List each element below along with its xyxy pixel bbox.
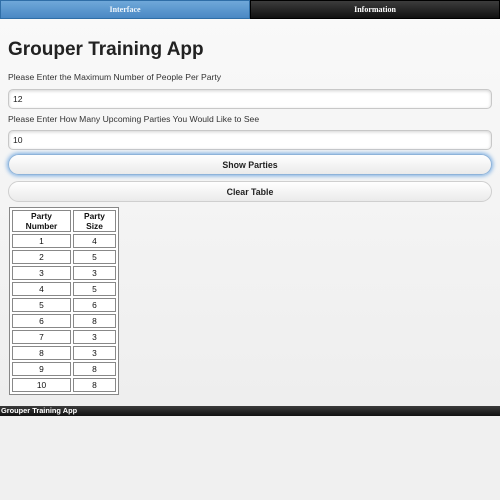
table-row: 98 — [12, 362, 116, 376]
party-size-cell: 3 — [73, 266, 116, 280]
party-size-cell: 3 — [73, 346, 116, 360]
parties-count-input[interactable] — [8, 130, 492, 150]
party-number-cell: 7 — [12, 330, 71, 344]
party-number-cell: 8 — [12, 346, 71, 360]
party-number-cell: 1 — [12, 234, 71, 248]
table-row: 83 — [12, 346, 116, 360]
table-row: 56 — [12, 298, 116, 312]
table-header-row: Party Number Party Size — [12, 210, 116, 232]
main-content: Grouper Training App Please Enter the Ma… — [0, 19, 500, 406]
table-row: 45 — [12, 282, 116, 296]
party-number-cell: 2 — [12, 250, 71, 264]
party-number-cell: 6 — [12, 314, 71, 328]
party-number-cell: 9 — [12, 362, 71, 376]
table-row: 25 — [12, 250, 116, 264]
party-size-cell: 3 — [73, 330, 116, 344]
empty-area — [0, 416, 500, 500]
tab-information[interactable]: Information — [250, 0, 500, 19]
table-row: 14 — [12, 234, 116, 248]
party-size-cell: 8 — [73, 314, 116, 328]
clear-table-button[interactable]: Clear Table — [8, 181, 492, 202]
party-size-cell: 5 — [73, 250, 116, 264]
max-people-input[interactable] — [8, 89, 492, 109]
party-number-cell: 5 — [12, 298, 71, 312]
party-table: Party Number Party Size 14 25 33 45 56 6… — [9, 207, 119, 395]
show-parties-button[interactable]: Show Parties — [8, 154, 492, 175]
parties-count-label: Please Enter How Many Upcoming Parties Y… — [8, 114, 260, 124]
party-number-cell: 4 — [12, 282, 71, 296]
column-header-party-size: Party Size — [73, 210, 116, 232]
table-row: 73 — [12, 330, 116, 344]
party-size-cell: 8 — [73, 362, 116, 376]
column-header-party-number: Party Number — [12, 210, 71, 232]
table-row: 33 — [12, 266, 116, 280]
table-row: 68 — [12, 314, 116, 328]
tab-interface[interactable]: Interface — [0, 0, 250, 19]
app-window: Interface Information Grouper Training A… — [0, 0, 500, 500]
footer-bar: Grouper Training App — [0, 406, 500, 416]
party-size-cell: 8 — [73, 378, 116, 392]
party-size-cell: 4 — [73, 234, 116, 248]
party-size-cell: 5 — [73, 282, 116, 296]
page-title: Grouper Training App — [8, 39, 204, 60]
navbar: Interface Information — [0, 0, 500, 19]
party-number-cell: 3 — [12, 266, 71, 280]
table-row: 10 8 — [12, 378, 116, 392]
party-size-cell: 6 — [73, 298, 116, 312]
party-number-cell: 10 — [12, 378, 71, 392]
max-people-label: Please Enter the Maximum Number of Peopl… — [8, 72, 222, 82]
